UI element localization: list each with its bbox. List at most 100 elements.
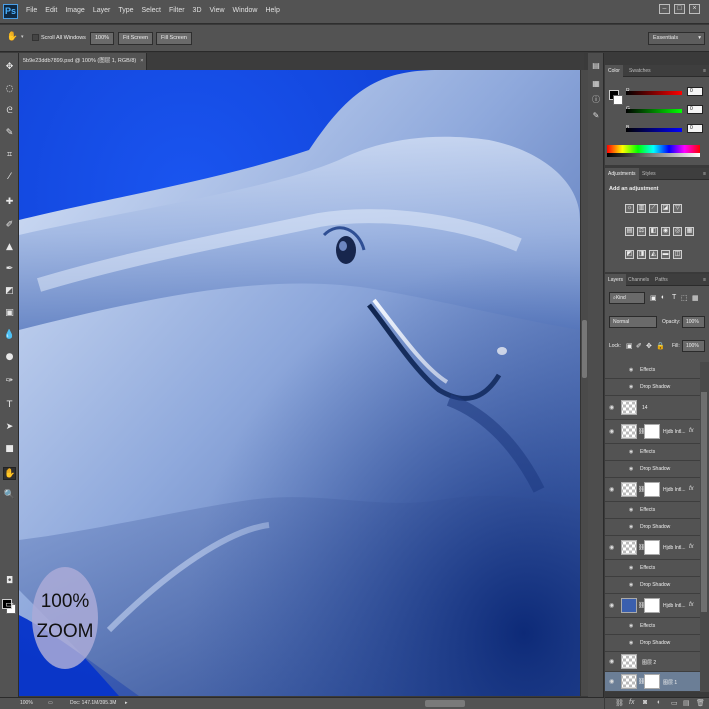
channel-mixer-icon[interactable]: ◎ xyxy=(673,227,682,236)
layer-row-selected[interactable]: ◉ ⛓ 图层 1 xyxy=(605,672,704,692)
clone-stamp-tool-icon[interactable]: ▲ xyxy=(3,241,16,254)
layer-name[interactable]: 图层 2 xyxy=(642,659,656,666)
blur-tool-icon[interactable]: 💧 xyxy=(3,329,16,342)
red-slider[interactable] xyxy=(626,91,682,95)
tab-adjustments[interactable]: Adjustments xyxy=(605,168,639,180)
layer-row[interactable]: ◉ ⛓ Hjdb Intl... fx xyxy=(605,536,704,560)
zoom-100-button[interactable]: 100% xyxy=(90,32,115,45)
close-button[interactable]: × xyxy=(689,4,700,14)
brightness-icon[interactable]: ☼ xyxy=(625,204,634,213)
path-select-tool-icon[interactable]: ➤ xyxy=(3,421,16,434)
layer-name[interactable]: Hjdb Intl... xyxy=(663,429,686,435)
maximize-button[interactable]: □ xyxy=(674,4,685,14)
dodge-tool-icon[interactable]: ● xyxy=(3,351,16,364)
effect-row[interactable]: ◉ Effects xyxy=(605,618,704,635)
invert-icon[interactable]: ◩ xyxy=(625,250,634,259)
eye-icon[interactable]: ◉ xyxy=(629,623,633,629)
workspace-select[interactable]: Essentials ▾ xyxy=(648,32,705,45)
layer-row[interactable]: ◉ ⛓ Hjdb Intl... fx xyxy=(605,420,704,444)
effect-row[interactable]: ◉ Drop Shadow xyxy=(605,635,704,652)
opacity-field[interactable]: 100% xyxy=(682,316,705,328)
lock-position-icon[interactable]: ✥ xyxy=(646,342,652,350)
fill-field[interactable]: 100% xyxy=(682,340,705,352)
new-adjustment-icon[interactable]: ◐ xyxy=(657,699,661,706)
tab-swatches[interactable]: Swatches xyxy=(626,65,654,77)
info-icon[interactable]: ⓘ xyxy=(591,95,601,105)
scroll-thumb[interactable] xyxy=(582,320,587,378)
tab-close-icon[interactable]: × xyxy=(140,58,143,64)
crop-tool-icon[interactable]: ⌗ xyxy=(3,149,16,162)
menu-type[interactable]: Type xyxy=(114,7,137,14)
filter-pixel-icon[interactable]: ▣ xyxy=(650,294,657,302)
fx-icon[interactable]: fx xyxy=(689,544,694,550)
layer-row[interactable]: ◉ 14 xyxy=(605,396,704,420)
preset-dropdown-icon[interactable]: ▾ xyxy=(21,34,24,40)
eye-icon[interactable]: ◉ xyxy=(629,524,633,530)
eye-icon[interactable]: ◉ xyxy=(629,507,633,513)
blue-value[interactable]: 0 xyxy=(687,124,703,133)
brush-tool-icon[interactable]: ✐ xyxy=(3,219,16,232)
menu-image[interactable]: Image xyxy=(61,7,88,14)
eye-icon[interactable]: ◉ xyxy=(629,640,633,646)
fx-icon[interactable]: fx xyxy=(689,428,694,434)
properties-icon[interactable]: ▦ xyxy=(591,79,601,89)
eye-icon[interactable]: ◉ xyxy=(609,428,614,435)
panel-menu-icon[interactable]: ≡ xyxy=(703,171,706,177)
hand-tool-preset-icon[interactable]: ✋ xyxy=(6,31,19,44)
history-icon[interactable]: ▤ xyxy=(591,61,601,71)
history-brush-tool-icon[interactable]: ✒ xyxy=(3,263,16,276)
effect-row[interactable]: ◉ Effects xyxy=(605,362,704,379)
zoom-tool-icon[interactable]: 🔍 xyxy=(3,489,16,502)
filter-smart-icon[interactable]: ▦ xyxy=(692,294,699,302)
scroll-all-windows-checkbox[interactable] xyxy=(32,34,39,41)
fill-screen-button[interactable]: Fill Screen xyxy=(156,32,192,45)
status-zoom[interactable]: 100% xyxy=(20,698,33,709)
layer-name[interactable]: Hjdb Intl... xyxy=(663,487,686,493)
curves-icon[interactable]: ⟋ xyxy=(649,204,658,213)
add-style-icon[interactable]: fx xyxy=(629,699,634,706)
panel-menu-icon[interactable]: ≡ xyxy=(703,277,706,283)
eye-icon[interactable]: ◉ xyxy=(629,449,633,455)
green-slider[interactable] xyxy=(626,109,682,113)
fx-icon[interactable]: fx xyxy=(689,486,694,492)
hue-saturation-icon[interactable]: ▤ xyxy=(625,227,634,236)
layer-row[interactable]: ◉ ⛓ Hjdb Intl... fx xyxy=(605,594,704,618)
tab-layers[interactable]: Layers xyxy=(605,274,627,286)
menu-select[interactable]: Select xyxy=(138,7,165,14)
hand-tool-icon[interactable]: ✋ xyxy=(3,467,16,480)
canvas-vertical-scrollbar[interactable] xyxy=(580,70,588,696)
effect-row[interactable]: ◉ Effects xyxy=(605,444,704,461)
type-tool-icon[interactable]: T xyxy=(3,399,16,412)
green-value[interactable]: 0 xyxy=(687,105,703,114)
delete-layer-icon[interactable]: 🗑 xyxy=(696,699,705,707)
menu-filter[interactable]: Filter xyxy=(165,7,189,14)
layer-row[interactable]: ◉ ⛓ Hjdb Intl... fx xyxy=(605,478,704,502)
filter-shape-icon[interactable]: ⬚ xyxy=(681,294,688,302)
healing-brush-tool-icon[interactable]: ✚ xyxy=(3,196,16,209)
levels-icon[interactable]: ▥ xyxy=(637,204,646,213)
filter-adjustment-icon[interactable]: ◐ xyxy=(661,294,665,301)
status-arrow-icon[interactable]: ▸ xyxy=(125,698,128,709)
add-mask-icon[interactable]: ◙ xyxy=(643,699,647,706)
minimize-button[interactable]: – xyxy=(659,4,670,14)
layer-name[interactable]: 14 xyxy=(642,405,648,411)
black-white-icon[interactable]: ◧ xyxy=(649,227,658,236)
lock-all-icon[interactable]: 🔒 xyxy=(656,342,665,350)
fit-screen-button[interactable]: Fit Screen xyxy=(118,32,154,45)
color-lookup-icon[interactable]: ▦ xyxy=(685,227,694,236)
document-tab[interactable]: 5b9e23ddb7899.psd @ 100% (图层 1, RGB/8) × xyxy=(19,53,147,70)
menu-file[interactable]: File xyxy=(22,7,41,14)
eye-icon[interactable]: ◉ xyxy=(629,582,633,588)
effect-row[interactable]: ◉ Drop Shadow xyxy=(605,461,704,478)
color-spectrum[interactable] xyxy=(607,145,700,157)
tab-color[interactable]: Color xyxy=(605,65,623,77)
rectangle-tool-icon[interactable]: ■ xyxy=(3,443,16,456)
effect-row[interactable]: ◉ Effects xyxy=(605,560,704,577)
layers-scroll-thumb[interactable] xyxy=(701,392,707,612)
posterize-icon[interactable]: ◨ xyxy=(637,250,646,259)
eye-icon[interactable]: ◉ xyxy=(609,678,614,685)
eye-icon[interactable]: ◉ xyxy=(629,466,633,472)
effect-row[interactable]: ◉ Drop Shadow xyxy=(605,519,704,536)
menu-3d[interactable]: 3D xyxy=(189,7,206,14)
panel-menu-icon[interactable]: ≡ xyxy=(703,68,706,74)
